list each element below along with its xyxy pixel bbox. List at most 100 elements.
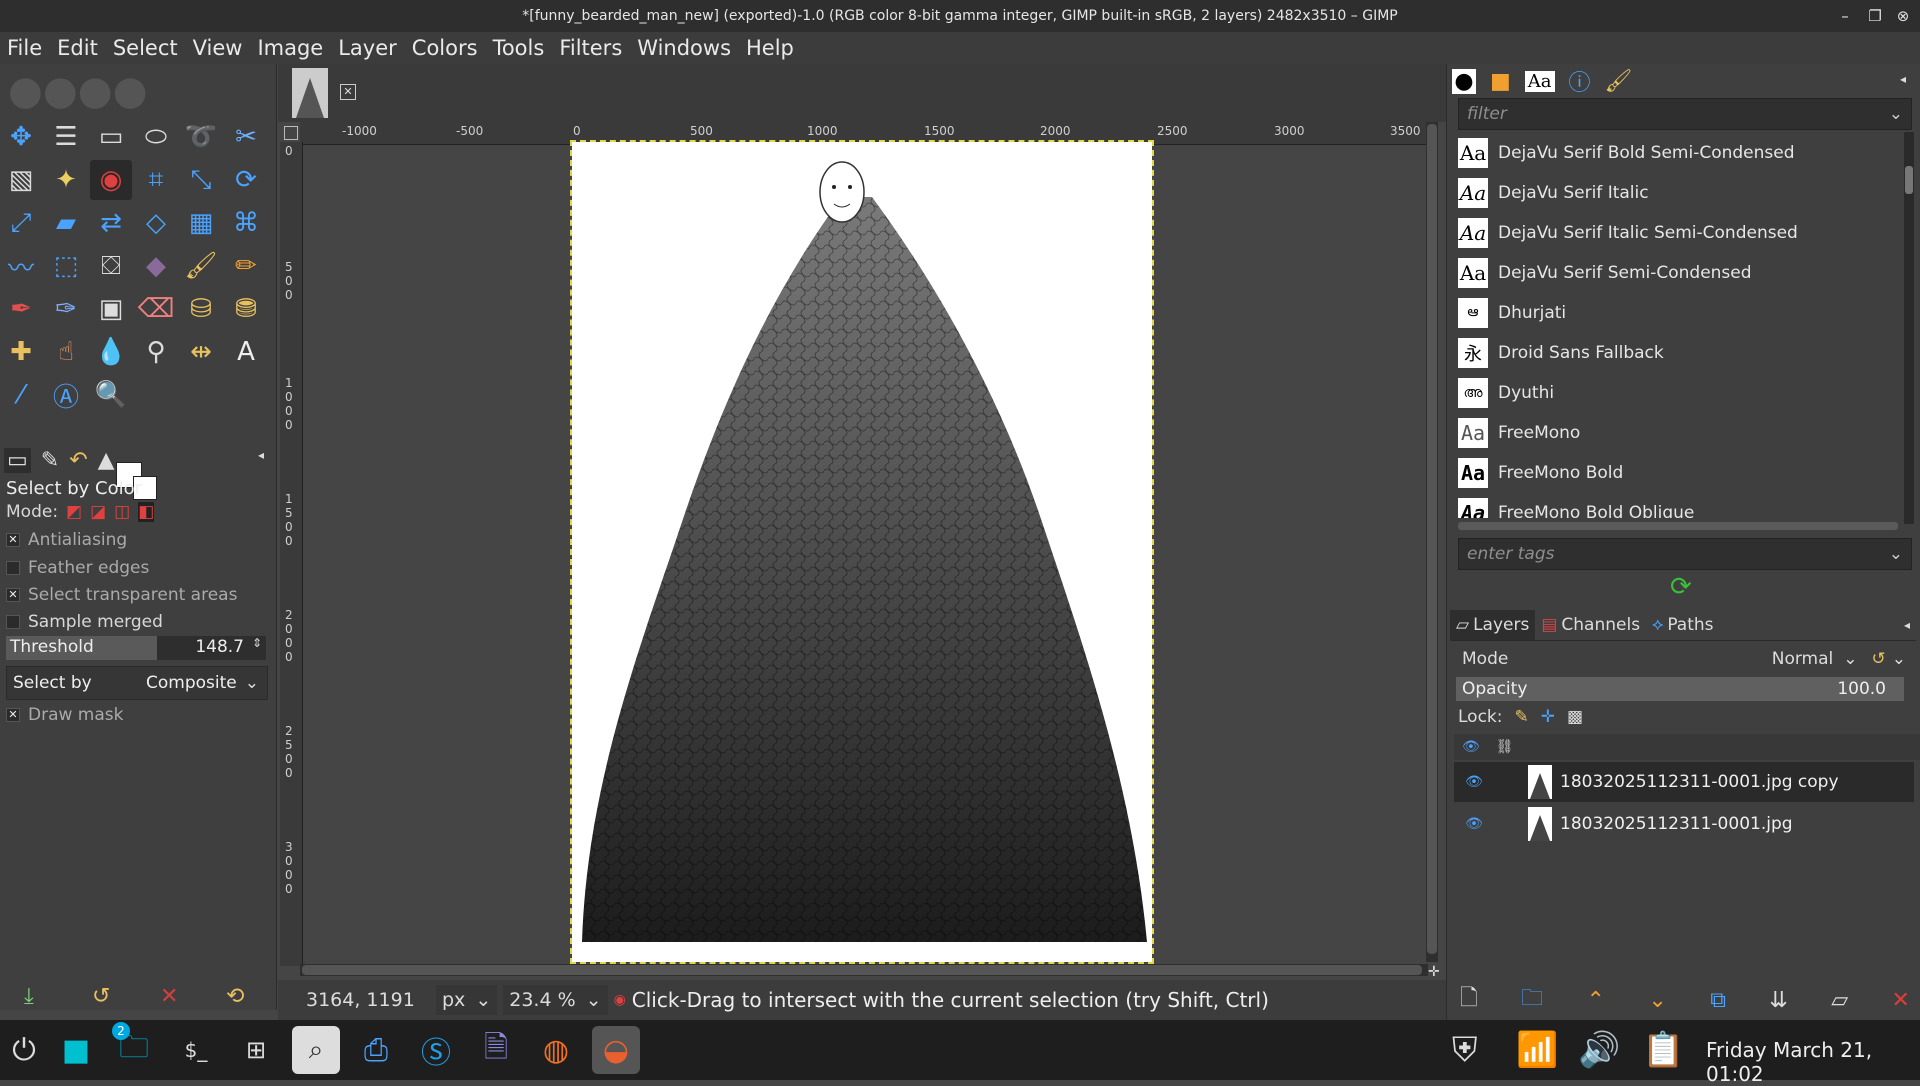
transparent-option[interactable]: ✕ Select transparent areas xyxy=(6,585,237,605)
tab-layers[interactable]: ▱ Layers xyxy=(1450,610,1536,640)
draw-mask-checkbox[interactable]: ✕ xyxy=(6,708,20,722)
heal-tool-icon[interactable]: ✚ xyxy=(0,332,42,372)
font-filter-input[interactable]: filter ⌄ xyxy=(1458,98,1912,130)
text-tool-icon[interactable]: A xyxy=(225,332,267,372)
list-item[interactable]: Aa FreeMono Bold Oblique xyxy=(1458,494,1898,518)
list-item[interactable]: Aa DejaVu Serif Bold Semi-Condensed xyxy=(1458,134,1898,172)
raise-layer-icon[interactable]: ⌃ xyxy=(1587,988,1605,1013)
dock-menu-icon[interactable]: ◂ xyxy=(1904,618,1910,632)
gradient-tool-icon[interactable]: ◆ xyxy=(135,246,177,286)
new-layer-icon[interactable]: 🗋 xyxy=(1460,981,1478,1019)
move-tool-icon[interactable]: ✥ xyxy=(0,117,42,157)
select-by-combo[interactable]: Select by Composite ⌄ xyxy=(6,666,268,700)
help-tab-icon[interactable]: ⓘ xyxy=(1569,65,1591,97)
vertical-scrollbar[interactable] xyxy=(1426,122,1438,962)
volume-icon[interactable]: 🔊 xyxy=(1578,1030,1620,1070)
shield-icon[interactable]: ⛨ xyxy=(1452,1030,1478,1070)
rect-select-icon[interactable]: ▭ xyxy=(90,117,132,157)
device-status-tab-icon[interactable]: ✎ xyxy=(41,448,59,473)
mode-replace-icon[interactable]: ◩ xyxy=(66,502,82,522)
3d-transform-icon[interactable]: ⬚ xyxy=(45,246,87,286)
unit-combo[interactable]: px ⌄ xyxy=(436,985,498,1015)
mode-subtract-icon[interactable]: ◫ xyxy=(114,502,130,522)
dock-menu-icon[interactable]: ◂ xyxy=(1900,72,1906,86)
desktop-icon[interactable]: ■ xyxy=(52,1026,100,1074)
menu-image[interactable]: Image xyxy=(250,36,331,60)
antialiasing-checkbox[interactable]: ✕ xyxy=(6,533,20,547)
menu-help[interactable]: Help xyxy=(739,36,802,60)
lock-pixels-icon[interactable]: ✎ xyxy=(1515,707,1529,727)
shear-tool-icon[interactable]: ▰ xyxy=(45,203,87,243)
menu-tools[interactable]: Tools xyxy=(486,36,553,60)
color-picker-icon[interactable]: ⁄ xyxy=(0,375,42,415)
eraser-icon[interactable]: ⌫ xyxy=(135,289,177,329)
list-item[interactable]: Aa FreeMono xyxy=(1458,414,1898,452)
airbrush-icon[interactable]: ✒ xyxy=(0,289,42,329)
mode-intersect-icon[interactable]: ◧ xyxy=(138,502,155,522)
horizontal-scrollbar[interactable] xyxy=(300,964,1428,976)
quick-mask-corner-icon[interactable] xyxy=(284,126,298,140)
gimp-icon[interactable]: ◒ xyxy=(592,1026,640,1074)
ink-tool-icon[interactable]: ✑ xyxy=(45,289,87,329)
paint-dynamics-tab-icon[interactable]: 🖌 xyxy=(1605,69,1633,94)
scissors-select-icon[interactable]: ✂ xyxy=(225,117,267,157)
lock-alpha-icon[interactable]: ▩ xyxy=(1567,707,1583,727)
pencil-icon[interactable]: ✏ xyxy=(225,246,267,286)
brushes-tab-icon[interactable]: ● xyxy=(1452,68,1476,94)
rotate-tool-icon[interactable]: ⟳ xyxy=(225,160,267,200)
layer-row[interactable]: 👁 18032025112311-0001.jpg xyxy=(1454,804,1914,844)
menu-file[interactable]: File xyxy=(0,36,50,60)
list-item[interactable]: അ Dyuthi xyxy=(1458,374,1898,412)
tab-paths[interactable]: ⟡ Paths xyxy=(1646,615,1719,635)
bucket-fill-icon[interactable]: ⛋ xyxy=(90,246,132,286)
visibility-icon[interactable]: 👁 xyxy=(1454,816,1494,832)
opacity-slider[interactable]: Opacity 100.0 xyxy=(1456,677,1904,701)
font-tags-input[interactable]: enter tags ⌄ xyxy=(1458,538,1912,570)
duplicate-layer-icon[interactable]: ⧉ xyxy=(1710,988,1726,1013)
list-item[interactable]: Aa DejaVu Serif Italic xyxy=(1458,174,1898,212)
antialiasing-option[interactable]: ✕ Antialiasing xyxy=(6,530,127,550)
list-item[interactable]: Aa DejaVu Serif Semi-Condensed xyxy=(1458,254,1898,292)
delete-options-icon[interactable]: ✕ xyxy=(160,984,178,1009)
image-tab-thumbnail[interactable] xyxy=(292,68,328,118)
cage-transform-icon[interactable]: ▦ xyxy=(180,203,222,243)
terminal-icon[interactable]: $_ xyxy=(172,1026,220,1074)
align-tool-icon[interactable]: ☰ xyxy=(45,117,87,157)
wifi-icon[interactable]: 📶 xyxy=(1516,1030,1558,1070)
undo-history-tab-icon[interactable]: ↶ xyxy=(69,448,87,473)
crop-tool-icon[interactable]: ⌗ xyxy=(135,160,177,200)
navigate-icon[interactable]: ✛ xyxy=(1428,964,1440,980)
new-layer-group-icon[interactable]: 🗀 xyxy=(1521,981,1543,1019)
feather-checkbox[interactable] xyxy=(6,561,20,575)
menu-edit[interactable]: Edit xyxy=(50,36,106,60)
warp-transform-icon[interactable]: 〰 xyxy=(0,246,42,286)
list-item[interactable]: Aa DejaVu Serif Italic Semi-Condensed xyxy=(1458,214,1898,252)
minimize-icon[interactable]: – xyxy=(1828,0,1862,32)
list-item[interactable]: Aa FreeMono Bold xyxy=(1458,454,1898,492)
foreground-select-icon[interactable]: ▧ xyxy=(0,160,42,200)
clipboard-icon[interactable]: 📋 xyxy=(1642,1030,1684,1070)
save-options-icon[interactable]: ⤓ xyxy=(24,984,34,1009)
menu-windows[interactable]: Windows xyxy=(630,36,739,60)
merge-layer-icon[interactable]: ⇊ xyxy=(1769,988,1787,1013)
fonts-tab-icon[interactable]: Aa xyxy=(1524,70,1555,92)
perspective-tool-icon[interactable]: ◇ xyxy=(135,203,177,243)
tool-options-tab-icon[interactable]: ▭ xyxy=(4,447,31,473)
clock[interactable]: Friday March 21, 01:02 xyxy=(1706,1038,1920,1086)
threshold-spin-icon[interactable]: ⇕ xyxy=(252,636,262,650)
fuzzy-select-icon[interactable]: ✦ xyxy=(45,160,87,200)
dock-menu-icon[interactable]: ◂ xyxy=(258,448,264,462)
skype-icon[interactable]: Ⓢ xyxy=(412,1026,460,1074)
paths-tool-icon[interactable]: Ⓐ xyxy=(45,375,87,415)
close-tab-icon[interactable]: ✕ xyxy=(340,84,356,100)
lock-position-icon[interactable]: ✛ xyxy=(1541,707,1555,727)
menu-filters[interactable]: Filters xyxy=(552,36,630,60)
sample-merged-checkbox[interactable] xyxy=(6,615,20,629)
mode-add-icon[interactable]: ◪ xyxy=(90,502,106,522)
list-item[interactable]: 永 Droid Sans Fallback xyxy=(1458,334,1898,372)
ellipse-select-icon[interactable]: ⬭ xyxy=(135,117,177,157)
screenshot-icon[interactable]: ⎙ xyxy=(352,1026,400,1074)
search-icon[interactable]: ⌕ xyxy=(292,1026,340,1074)
menu-select[interactable]: Select xyxy=(106,36,186,60)
blur-tool-icon[interactable]: 💧 xyxy=(90,332,132,372)
